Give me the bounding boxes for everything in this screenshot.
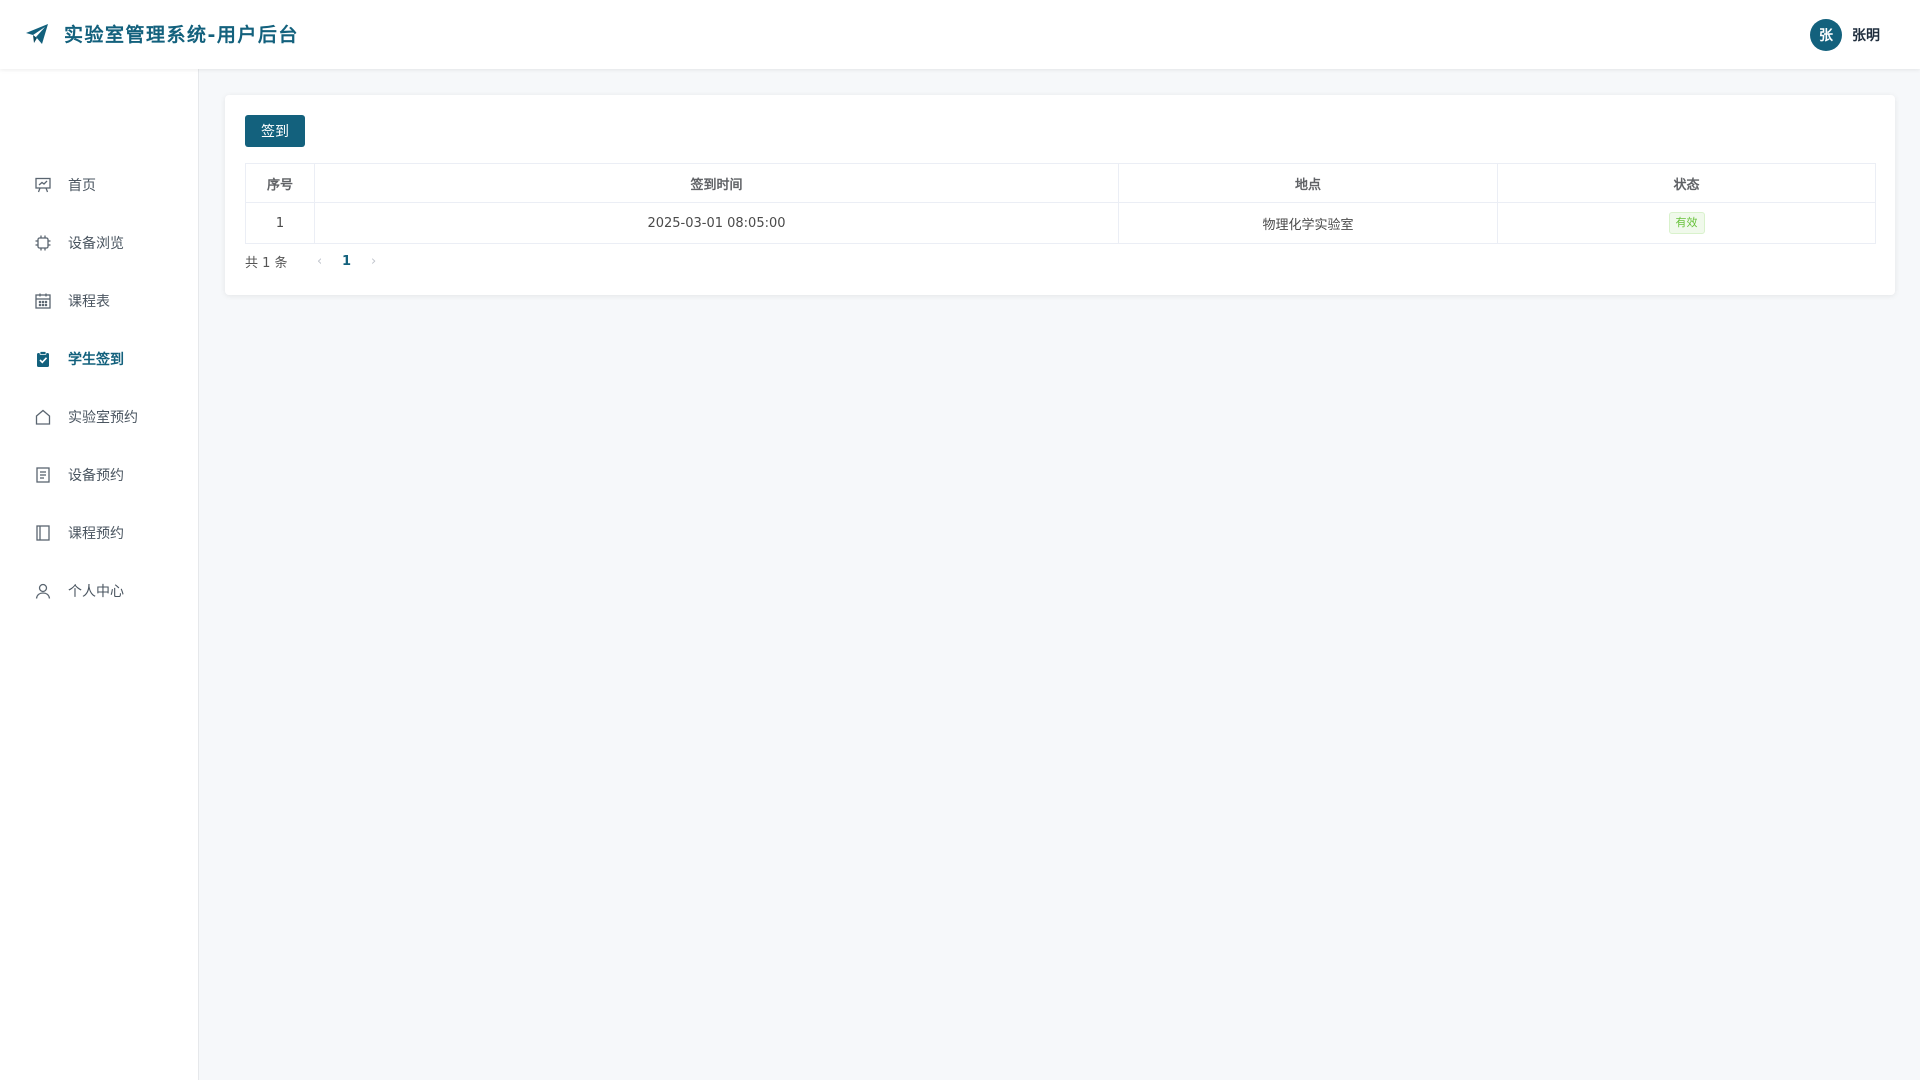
sidebar-item-label: 设备浏览 [68,236,124,252]
app-title: 实验室管理系统-用户后台 [64,24,299,46]
calendar-icon [34,292,52,310]
paper-plane-icon [26,24,48,44]
sidebar-item-label: 首页 [68,178,96,194]
user-name[interactable]: 张明 [1852,25,1880,45]
pagination-total: 共 1 条 [245,255,288,271]
notebook-icon [34,524,52,542]
chip-icon [34,234,52,252]
document-icon [34,466,52,484]
signin-card: 签到 序号 签到时间 地点 状态 1 2025-03-01 08:05:00 物… [225,95,1895,295]
presentation-icon [34,176,52,194]
cell-status: 有效 [1497,202,1876,244]
table-header-row: 序号 签到时间 地点 状态 [245,163,1876,203]
column-header-time: 签到时间 [314,163,1119,203]
sidebar-item-label: 设备预约 [68,468,124,484]
sidebar-item-lab-booking[interactable]: 实验室预约 [0,393,199,441]
sidebar-item-label: 课程预约 [68,526,124,542]
column-header-location: 地点 [1118,163,1498,203]
sidebar-item-home[interactable]: 首页 [0,161,199,209]
top-header: 实验室管理系统-用户后台 张 张明 [0,0,1920,69]
user-menu[interactable]: 张 张明 [1810,19,1880,51]
house-icon [34,408,52,426]
sidebar-item-device-booking[interactable]: 设备预约 [0,451,199,499]
pagination-page[interactable]: 1 [332,254,362,269]
chevron-left-icon[interactable]: ‹ [308,254,332,269]
pagination: 共 1 条 ‹ 1 › [245,249,386,273]
sidebar-item-label: 课程表 [68,294,110,310]
sidebar-item-label: 个人中心 [68,584,124,600]
user-icon [34,582,52,600]
column-header-status: 状态 [1497,163,1876,203]
sidebar: 首页 设备浏览 课程表 学生签到 实验室预约 设备预约 课程预约 个人中心 [0,69,199,1080]
sidebar-item-schedule[interactable]: 课程表 [0,277,199,325]
clipboard-check-icon [34,350,52,368]
sidebar-item-profile[interactable]: 个人中心 [0,567,199,615]
avatar[interactable]: 张 [1810,19,1842,51]
cell-location: 物理化学实验室 [1118,202,1498,244]
column-header-index: 序号 [245,163,315,203]
sidebar-item-devices[interactable]: 设备浏览 [0,219,199,267]
chevron-right-icon[interactable]: › [362,254,386,269]
status-badge: 有效 [1668,212,1705,234]
sidebar-item-label: 实验室预约 [68,410,138,426]
sidebar-item-label: 学生签到 [68,352,124,368]
cell-time: 2025-03-01 08:05:00 [314,202,1119,244]
signin-table: 序号 签到时间 地点 状态 1 2025-03-01 08:05:00 物理化学… [245,163,1876,244]
sidebar-item-student-signin[interactable]: 学生签到 [0,335,199,383]
sidebar-item-course-booking[interactable]: 课程预约 [0,509,199,557]
table-row: 1 2025-03-01 08:05:00 物理化学实验室 有效 [245,202,1876,244]
signin-button[interactable]: 签到 [245,115,305,147]
cell-index: 1 [245,202,315,244]
